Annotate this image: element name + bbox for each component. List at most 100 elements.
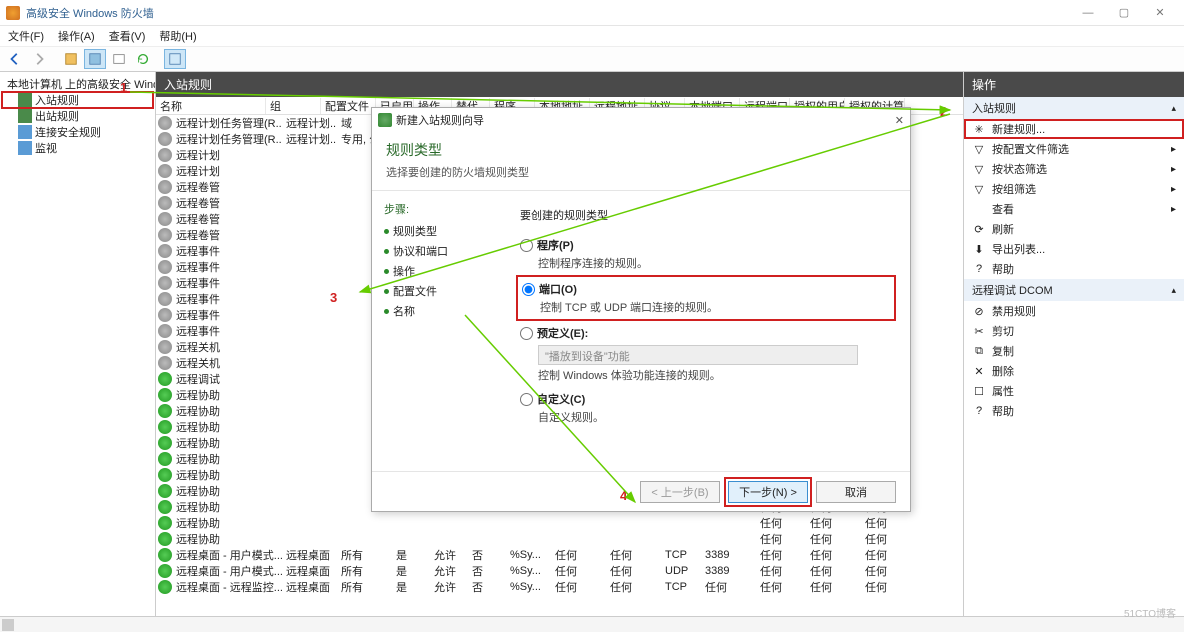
back-button[interactable]	[4, 49, 26, 69]
menubar: 文件(F) 操作(A) 查看(V) 帮助(H)	[0, 26, 1184, 46]
column-header[interactable]: 名称	[156, 98, 266, 114]
action-label: 刷新	[992, 221, 1014, 237]
step-rule-type[interactable]: 规则类型	[384, 223, 490, 239]
filter-icon: ▽	[972, 182, 986, 196]
rule-status-icon	[158, 276, 172, 290]
rule-status-icon	[158, 340, 172, 354]
action-item[interactable]: ☐属性	[964, 381, 1184, 401]
radio-predefined[interactable]	[520, 327, 533, 340]
action-label: 导出列表...	[992, 241, 1045, 257]
rule-status-icon	[158, 148, 172, 162]
action-label: 查看	[992, 201, 1014, 217]
table-row[interactable]: 远程桌面 - 远程监控...远程桌面所有是允许否%Sy...任何任何TCP任何任…	[156, 579, 963, 595]
action-item[interactable]: ⧉复制	[964, 341, 1184, 361]
chevron-right-icon: ▸	[1171, 184, 1176, 195]
column-header[interactable]: 组	[266, 98, 321, 114]
predefined-select: "播放到设备"功能	[538, 345, 858, 365]
wizard-dialog: 新建入站规则向导 ✕ 规则类型 选择要创建的防火墙规则类型 步骤: 规则类型 协…	[371, 107, 911, 512]
action-item[interactable]: ▽按配置文件筛选▸	[964, 139, 1184, 159]
tree-inbound-rules[interactable]: 入站规则	[2, 92, 153, 108]
table-row[interactable]: 远程协助任何任何任何	[156, 515, 963, 531]
horizontal-scrollbar[interactable]	[0, 616, 1184, 632]
minimize-button[interactable]: —	[1070, 2, 1106, 24]
table-row[interactable]: 远程协助任何任何任何	[156, 531, 963, 547]
tool-icon-3[interactable]	[108, 49, 130, 69]
actions-section-inbound: 入站规则▴	[964, 97, 1184, 119]
column-header[interactable]: 配置文件	[321, 98, 376, 114]
step-action[interactable]: 操作	[384, 263, 490, 279]
forward-button[interactable]	[28, 49, 50, 69]
tree-monitoring[interactable]: 监视	[2, 140, 153, 156]
menu-action[interactable]: 操作(A)	[58, 28, 95, 44]
rule-status-icon	[158, 372, 172, 386]
radio-port[interactable]	[522, 283, 535, 296]
rule-status-icon	[158, 404, 172, 418]
step-name[interactable]: 名称	[384, 303, 490, 319]
tool-icon-2[interactable]	[84, 49, 106, 69]
option-predefined[interactable]: 预定义(E): "播放到设备"功能 控制 Windows 体验功能连接的规则。	[520, 325, 892, 383]
action-label: 禁用规则	[992, 303, 1036, 319]
radio-program[interactable]	[520, 239, 533, 252]
close-button[interactable]: ✕	[1142, 2, 1178, 24]
action-item[interactable]: ✳新建规则...	[964, 119, 1184, 139]
rule-status-icon	[158, 196, 172, 210]
new-icon: ✳	[972, 122, 986, 136]
shield-icon	[6, 6, 20, 20]
center-pane: 入站规则 名称组配置文件已启用操作替代程序本地地址远程地址协议本地端口远程端口授…	[156, 72, 964, 616]
tree-root[interactable]: 本地计算机 上的高级安全 Wind	[2, 76, 153, 92]
action-label: 按状态筛选	[992, 161, 1047, 177]
tree-outbound-rules[interactable]: 出站规则	[2, 108, 153, 124]
action-item[interactable]: ▽ 按组筛选 ▸	[964, 179, 1184, 199]
menu-help[interactable]: 帮助(H)	[159, 28, 196, 44]
radio-custom[interactable]	[520, 393, 533, 406]
action-item[interactable]: ?帮助	[964, 259, 1184, 279]
rule-status-icon	[158, 244, 172, 258]
watermark: 51CTO博客	[1124, 605, 1176, 620]
actions-header: 操作	[964, 72, 1184, 97]
action-item[interactable]: ⟳刷新	[964, 219, 1184, 239]
rule-status-icon	[158, 564, 172, 578]
action-item[interactable]: ▽按状态筛选▸	[964, 159, 1184, 179]
tree-connection-security[interactable]: 连接安全规则	[2, 124, 153, 140]
maximize-button[interactable]: ▢	[1106, 2, 1142, 24]
action-item[interactable]: ✕ 删除	[964, 361, 1184, 381]
chevron-right-icon: ▸	[1171, 204, 1176, 215]
tool-icon-1[interactable]	[60, 49, 82, 69]
table-row[interactable]: 远程桌面 - 用户模式...远程桌面所有是允许否%Sy...任何任何UDP338…	[156, 563, 963, 579]
refresh-icon[interactable]	[132, 49, 154, 69]
option-program[interactable]: 程序(P) 控制程序连接的规则。	[520, 237, 892, 271]
wizard-close-button[interactable]: ✕	[895, 114, 904, 127]
rule-status-icon	[158, 116, 172, 130]
next-button[interactable]: 下一步(N) >	[728, 481, 808, 503]
option-port[interactable]: 端口(O) 控制 TCP 或 UDP 端口连接的规则。	[520, 279, 892, 317]
action-item[interactable]: ✂剪切	[964, 321, 1184, 341]
rule-status-icon	[158, 164, 172, 178]
action-item[interactable]: ⬇导出列表...	[964, 239, 1184, 259]
step-profile[interactable]: 配置文件	[384, 283, 490, 299]
tool-icon-4[interactable]	[164, 49, 186, 69]
rule-status-icon	[158, 436, 172, 450]
action-label: 帮助	[992, 261, 1014, 277]
rule-status-icon	[158, 212, 172, 226]
rule-status-icon	[158, 292, 172, 306]
menu-view[interactable]: 查看(V)	[109, 28, 146, 44]
action-item[interactable]: 查看 ▸	[964, 199, 1184, 219]
action-item[interactable]: ⊘禁用规则	[964, 301, 1184, 321]
rule-status-icon	[158, 484, 172, 498]
filter-icon: ▽	[972, 142, 986, 156]
action-label: 按组筛选	[992, 181, 1036, 197]
rule-status-icon	[158, 532, 172, 546]
option-custom[interactable]: 自定义(C) 自定义规则。	[520, 391, 892, 425]
cancel-button[interactable]: 取消	[816, 481, 896, 503]
step-protocol-port[interactable]: 协议和端口	[384, 243, 490, 259]
table-row[interactable]: 远程桌面 - 用户模式...远程桌面所有是允许否%Sy...任何任何TCP338…	[156, 547, 963, 563]
action-label: 复制	[992, 343, 1014, 359]
rule-status-icon	[158, 260, 172, 274]
action-label: 删除	[992, 363, 1014, 379]
delete-icon: ✕	[972, 364, 986, 378]
props-icon: ☐	[972, 384, 986, 398]
action-item[interactable]: ?帮助	[964, 401, 1184, 421]
rule-status-icon	[158, 228, 172, 242]
actions-section-dcom: 远程调试 DCOM▴	[964, 279, 1184, 301]
menu-file[interactable]: 文件(F)	[8, 28, 44, 44]
